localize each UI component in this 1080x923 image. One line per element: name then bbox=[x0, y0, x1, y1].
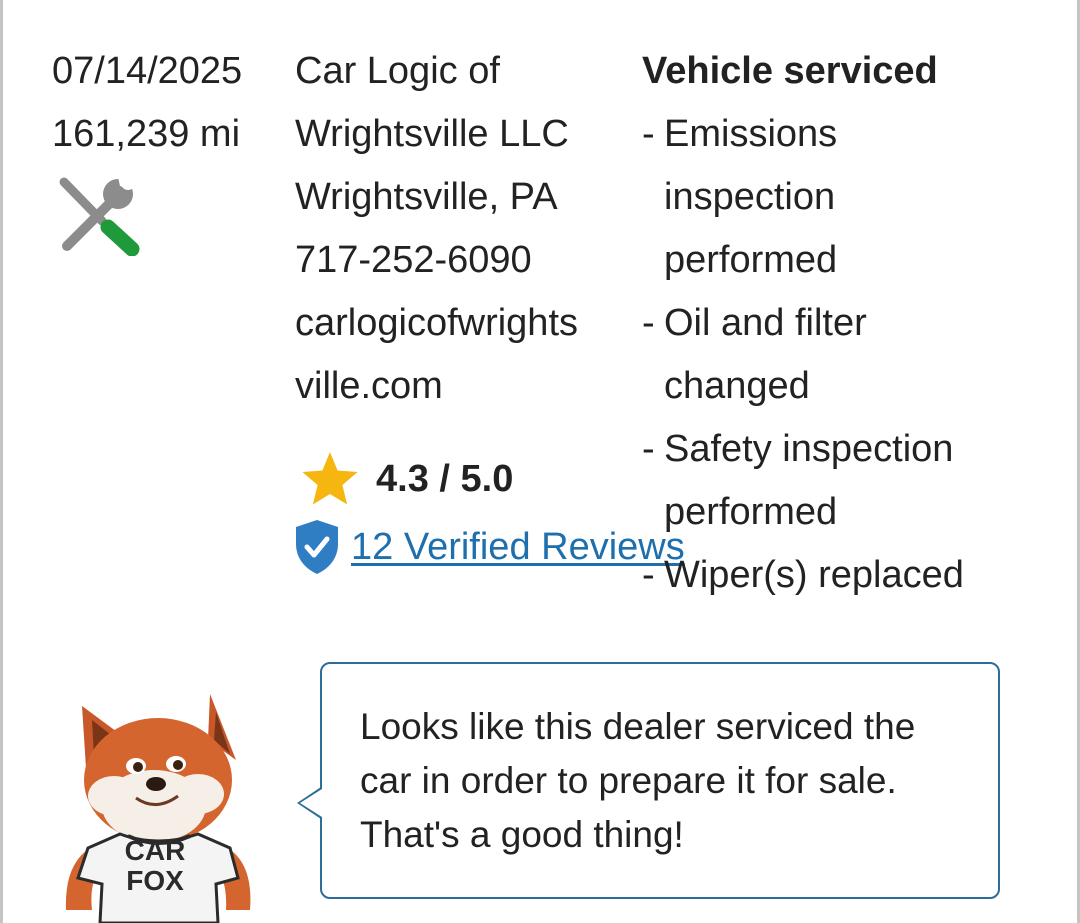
dealer-location: Wrightsville, PA bbox=[295, 176, 558, 218]
service-item-text: Safety inspection bbox=[664, 428, 954, 470]
service-item-dash: - bbox=[642, 302, 655, 344]
dealer-name-line2: Wrightsville LLC bbox=[295, 113, 569, 155]
speech-bubble-message: Looks like this dealer serviced the car … bbox=[360, 706, 916, 855]
odometer-reading: 161,239 mi bbox=[52, 113, 241, 155]
dealer-name-line1: Car Logic of bbox=[295, 50, 500, 92]
service-details: Vehicle serviced - Emissions inspection … bbox=[642, 40, 964, 607]
record-date-column: 07/14/2025 161,239 mi bbox=[52, 40, 242, 166]
service-item-text: changed bbox=[664, 365, 810, 407]
verified-shield-icon bbox=[296, 520, 338, 574]
service-item-text: Wiper(s) replaced bbox=[664, 554, 964, 596]
service-item-dash: - bbox=[642, 554, 655, 596]
service-item-text: performed bbox=[664, 491, 838, 533]
frame-border-left bbox=[0, 0, 3, 923]
dealer-info: Car Logic of Wrightsville LLC Wrightsvil… bbox=[295, 40, 578, 418]
service-item-text: performed bbox=[664, 239, 838, 281]
dealer-website-line2: ville.com bbox=[295, 365, 443, 407]
service-item: - Wiper(s) replaced bbox=[642, 544, 964, 607]
service-item-text: Emissions bbox=[664, 113, 838, 155]
carfox-mascot-avatar: CAR FOX bbox=[65, 694, 251, 923]
speech-bubble-tail-fill bbox=[300, 789, 322, 817]
service-item-text: Oil and filter bbox=[664, 302, 867, 344]
service-title: Vehicle serviced bbox=[642, 50, 938, 92]
verified-reviews[interactable]: 12 Verified Reviews bbox=[293, 518, 685, 576]
dealer-website-line1: carlogicofwrights bbox=[295, 302, 578, 344]
shirt-text-fox: FOX bbox=[126, 865, 184, 896]
service-item-dash: - bbox=[642, 113, 655, 155]
service-item: - Emissions inspection performed bbox=[642, 103, 964, 292]
rating-value: 4.3 / 5.0 bbox=[376, 457, 514, 500]
service-item-text: inspection bbox=[664, 176, 836, 218]
tools-icon bbox=[59, 176, 140, 256]
shirt-text-car: CAR bbox=[125, 835, 186, 866]
dealer-rating: 4.3 / 5.0 bbox=[300, 450, 513, 508]
dealer-phone: 717-252-6090 bbox=[295, 239, 532, 281]
service-item-dash: - bbox=[642, 428, 655, 470]
star-icon bbox=[302, 452, 358, 505]
service-item: - Oil and filter changed bbox=[642, 292, 964, 418]
verified-reviews-link[interactable]: 12 Verified Reviews bbox=[351, 526, 685, 569]
service-date: 07/14/2025 bbox=[52, 50, 243, 92]
service-item: - Safety inspection performed bbox=[642, 418, 964, 544]
